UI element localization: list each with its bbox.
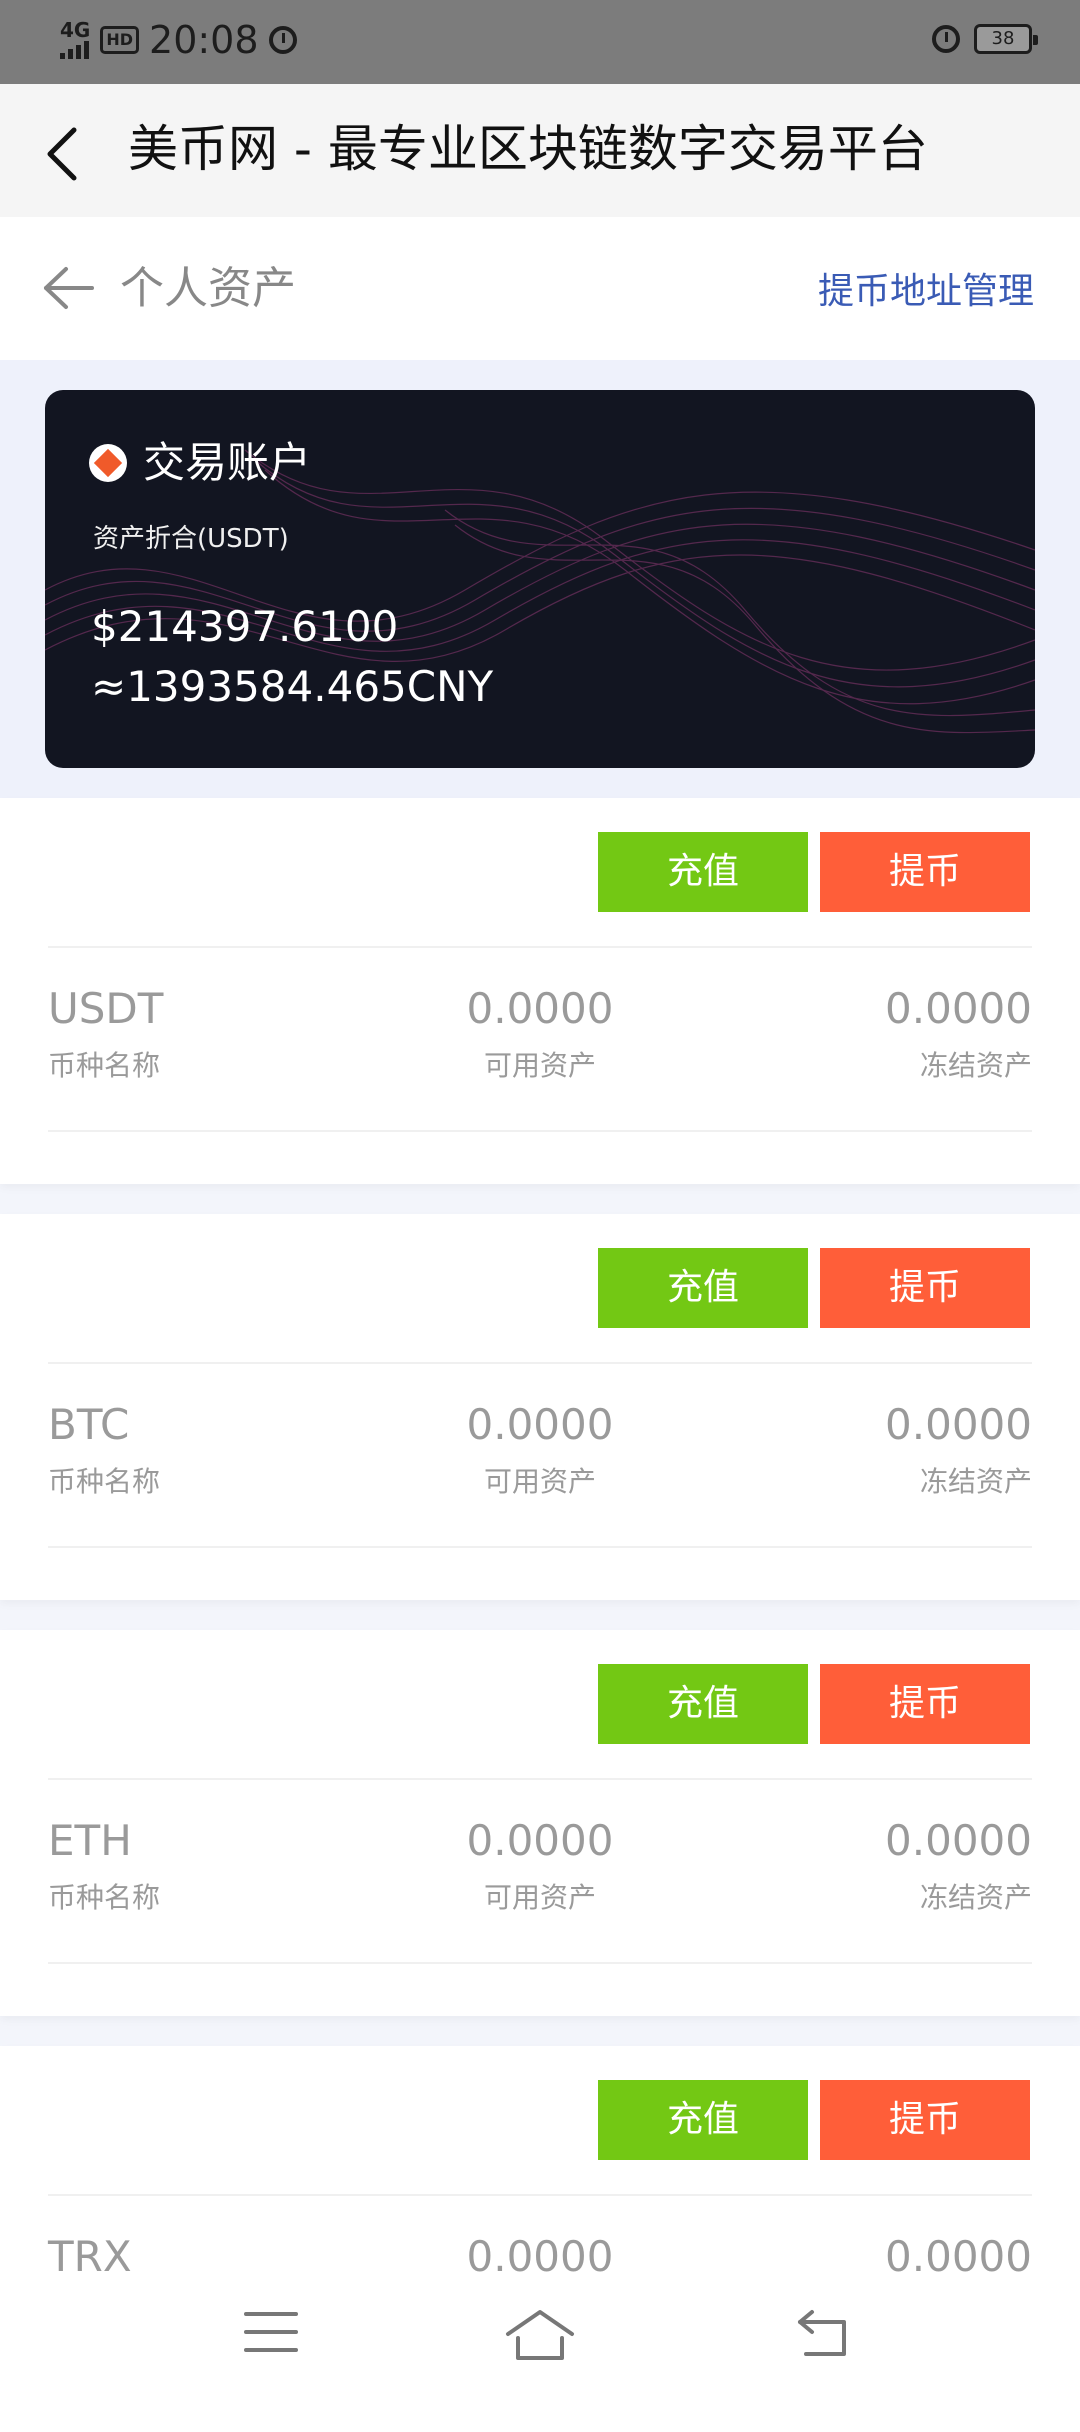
- account-section: 交易账户 资产折合(USDT) $214397.6100 ≈1393584.46…: [0, 360, 1080, 798]
- withdraw-button[interactable]: 提币: [820, 1664, 1030, 1744]
- asset-card-usdt: 充值 提币 USDT 0.0000 0.0000 币种名称 可用资产 冻结资产: [0, 798, 1080, 1184]
- hd-badge: HD: [100, 26, 140, 54]
- deposit-button[interactable]: 充值: [598, 1248, 808, 1328]
- divider: [48, 946, 1032, 948]
- available-amount: 0.0000: [466, 984, 614, 1033]
- asset-card-btc: 充值 提币 BTC 0.0000 0.0000 币种名称 可用资产 冻结资产: [0, 1214, 1080, 1600]
- frozen-label: 冻结资产: [919, 1049, 1032, 1082]
- frozen-label: 冻结资产: [919, 1465, 1032, 1498]
- asset-card-eth: 充值 提币 ETH 0.0000 0.0000 币种名称 可用资产 冻结资产: [0, 1630, 1080, 2016]
- frozen-amount: 0.0000: [885, 1400, 1032, 1449]
- divider: [48, 1130, 1032, 1132]
- divider: [48, 1962, 1032, 1964]
- clock: 20:08: [149, 18, 259, 62]
- account-logo-icon: [89, 444, 127, 482]
- status-right: 38: [932, 24, 1038, 54]
- divider: [48, 1778, 1032, 1780]
- available-label: 可用资产: [483, 1881, 596, 1914]
- coin-name-label: 币种名称: [48, 1465, 161, 1498]
- coin-name: BTC: [48, 1400, 130, 1449]
- coin-name: USDT: [48, 984, 164, 1033]
- account-name: 交易账户: [143, 438, 312, 487]
- signal-icon: [60, 39, 89, 59]
- available-label: 可用资产: [483, 1465, 596, 1498]
- withdraw-button[interactable]: 提币: [820, 832, 1030, 912]
- available-amount: 0.0000: [466, 1400, 614, 1449]
- arrow-left-icon[interactable]: [42, 265, 96, 311]
- account-card: 交易账户 资产折合(USDT) $214397.6100 ≈1393584.46…: [45, 390, 1035, 768]
- account-subtitle: 资产折合(USDT): [93, 524, 289, 554]
- deposit-button[interactable]: 充值: [598, 1664, 808, 1744]
- coin-name-label: 币种名称: [48, 1049, 161, 1082]
- deposit-button[interactable]: 充值: [598, 2080, 808, 2160]
- account-header: 交易账户: [89, 438, 311, 488]
- divider: [48, 1546, 1032, 1548]
- app-title: 美币网 - 最专业区块链数字交易平台: [128, 120, 928, 178]
- network-indicator: 4G: [60, 18, 91, 59]
- coin-name-label: 币种名称: [48, 1881, 161, 1914]
- app-bar: 美币网 - 最专业区块链数字交易平台: [0, 84, 1080, 217]
- alarm-icon: [268, 26, 297, 54]
- alarm-icon: [932, 25, 960, 53]
- available-amount: 0.0000: [466, 1816, 614, 1865]
- address-management-link[interactable]: 提币地址管理: [818, 269, 1034, 315]
- divider: [48, 1362, 1032, 1364]
- home-icon[interactable]: [504, 2308, 576, 2364]
- frozen-amount: 0.0000: [885, 984, 1032, 1033]
- available-label: 可用资产: [483, 1049, 596, 1082]
- account-usdt-value: $214397.6100: [91, 602, 399, 651]
- network-label: 4G: [60, 18, 91, 42]
- frozen-amount: 0.0000: [885, 1816, 1032, 1865]
- return-icon[interactable]: [796, 2308, 852, 2360]
- deposit-button[interactable]: 充值: [598, 832, 808, 912]
- coin-name: ETH: [48, 1816, 132, 1865]
- withdraw-button[interactable]: 提币: [820, 2080, 1030, 2160]
- status-left: 4G HD 20:08: [60, 18, 297, 62]
- system-nav-bar: [0, 2272, 1080, 2408]
- withdraw-button[interactable]: 提币: [820, 1248, 1030, 1328]
- status-bar: 4G HD 20:08 38: [0, 0, 1080, 84]
- account-cny-value: ≈1393584.465CNY: [91, 662, 494, 711]
- battery-indicator: 38: [974, 24, 1038, 54]
- frozen-label: 冻结资产: [919, 1881, 1032, 1914]
- menu-icon[interactable]: [244, 2308, 298, 2358]
- page-title: 个人资产: [120, 263, 296, 314]
- chevron-left-icon[interactable]: [40, 124, 90, 184]
- page-header: 个人资产 提币地址管理: [0, 217, 1080, 360]
- divider: [48, 2194, 1032, 2196]
